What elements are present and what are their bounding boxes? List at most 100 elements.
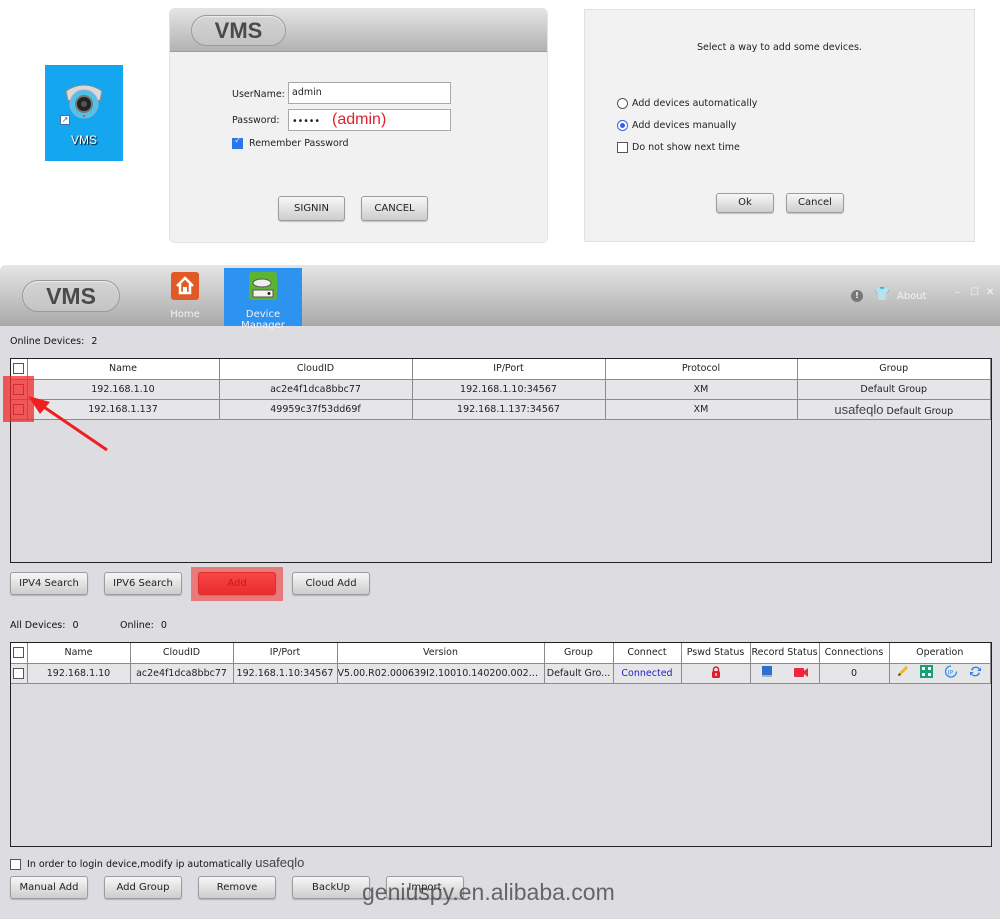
option-label: Add devices manually [632, 120, 737, 131]
red-arrow-annotation [28, 396, 108, 452]
ipv4-search-button[interactable]: IPV4 Search [10, 572, 88, 595]
col-ipport[interactable]: IP/Port [232, 643, 338, 664]
shortcut-arrow-icon: ↗ [60, 115, 70, 125]
dont-show-label: Do not show next time [632, 142, 740, 153]
select-all-checkbox[interactable] [13, 363, 25, 375]
col-group[interactable]: Group [796, 359, 991, 380]
cell-ipport: 192.168.1.137:34567 [411, 398, 606, 420]
minimize-button[interactable]: – [955, 287, 960, 298]
cell-ipport: 192.168.1.10:34567 [411, 378, 606, 400]
cell-cloudid: ac2e4f1dca8bbc77 [129, 662, 234, 684]
online-label: Online: [120, 620, 154, 631]
dont-show-checkbox[interactable] [617, 142, 628, 153]
desktop-shortcut-vms[interactable]: ↗ VMS [45, 65, 123, 161]
close-button[interactable]: ✕ [986, 287, 994, 298]
option-add-automatically[interactable]: Add devices automatically [617, 98, 757, 109]
vms-logo: VMS [191, 15, 286, 46]
col-connections[interactable]: Connections [818, 643, 890, 664]
col-protocol[interactable]: Protocol [604, 359, 798, 380]
storage-icon[interactable] [761, 666, 773, 677]
watermark-small: usafeqlo [255, 855, 305, 870]
lock-icon[interactable] [711, 665, 721, 678]
col-version[interactable]: Version [336, 643, 545, 664]
edit-pencil-icon[interactable] [896, 665, 909, 678]
option-add-manually[interactable]: Add devices manually [617, 120, 736, 131]
remove-button[interactable]: Remove [198, 876, 276, 899]
all-devices-label: All Devices: [10, 620, 66, 631]
add-group-button[interactable]: Add Group [104, 876, 182, 899]
col-group[interactable]: Group [543, 643, 614, 664]
cell-protocol: XM [604, 398, 798, 420]
info-icon[interactable]: ! [851, 290, 863, 302]
maximize-button[interactable]: ☐ [970, 287, 979, 298]
table-row[interactable]: 192.168.1.10 ac2e4f1dca8bbc77 192.168.1.… [11, 378, 991, 400]
login-header: VMS [170, 9, 547, 52]
col-name[interactable]: Name [26, 359, 220, 380]
signin-button[interactable]: SIGNIN [278, 196, 345, 221]
col-cloudid[interactable]: CloudID [129, 643, 234, 664]
vms-main-window: VMS Home Device Manager ! 👕 About – ☐ ✕ [0, 265, 1000, 919]
table-row[interactable]: 192.168.1.137 49959c37f53dd69f 192.168.1… [11, 398, 991, 420]
col-cloudid[interactable]: CloudID [218, 359, 413, 380]
radio-add-automatically[interactable] [617, 98, 628, 109]
radio-add-manually[interactable] [617, 120, 628, 131]
cancel-button[interactable]: CANCEL [361, 196, 428, 221]
tab-home[interactable]: Home [160, 268, 210, 326]
remember-password-checkbox[interactable] [232, 136, 243, 149]
watermark-small: usafeqlo [834, 401, 884, 417]
ok-button[interactable]: Ok [716, 193, 774, 213]
cell-record-status [749, 662, 820, 684]
device-list-table: Name CloudID IP/Port Version Group Conne… [10, 642, 992, 847]
vms-logo: VMS [22, 280, 120, 312]
password-hint-annotation: (admin) [332, 111, 387, 128]
cell-group: Default Group [796, 378, 991, 400]
cell-connections: 0 [818, 662, 890, 684]
col-connect[interactable]: Connect [612, 643, 682, 664]
modify-ip-row[interactable]: In order to login device,modify ip autom… [10, 855, 304, 870]
refresh-icon[interactable] [969, 665, 982, 678]
tab-device-manager[interactable]: Device Manager [224, 268, 302, 331]
modify-ip-icon[interactable]: IP [944, 665, 958, 678]
select-all-checkbox[interactable] [13, 647, 25, 659]
remember-password-row[interactable]: Remember Password [232, 136, 349, 149]
password-input[interactable]: ••••• (admin) [288, 109, 451, 131]
dont-show-row[interactable]: Do not show next time [617, 142, 740, 153]
online-devices-table: Name CloudID IP/Port Protocol Group 192.… [10, 358, 992, 563]
modify-ip-checkbox[interactable] [10, 859, 21, 870]
dialog-cancel-button[interactable]: Cancel [786, 193, 844, 213]
qr-code-icon[interactable] [919, 665, 933, 678]
about-link[interactable]: About [897, 291, 927, 302]
watermark-site: geniuspy.en.alibaba.com [362, 879, 615, 905]
row-checkbox[interactable] [13, 667, 25, 679]
device-manager-icon [249, 272, 277, 300]
manual-add-button[interactable]: Manual Add [10, 876, 88, 899]
cell-group: usafeqlo Default Group [796, 398, 991, 420]
cell-version: V5.00.R02.000639I2.10010.140200.0020000 [336, 662, 545, 684]
backup-button[interactable]: BackUp [292, 876, 370, 899]
highlight-add-annotation [191, 567, 283, 601]
cell-operation: IP [888, 662, 991, 684]
record-camera-icon[interactable] [794, 668, 809, 677]
cell-cloudid: ac2e4f1dca8bbc77 [218, 378, 413, 400]
select-all-cell[interactable] [11, 643, 28, 664]
all-devices-summary: All Devices: 0 [10, 620, 79, 631]
col-ipport[interactable]: IP/Port [411, 359, 606, 380]
col-pswd-status[interactable]: Pswd Status [680, 643, 751, 664]
add-devices-dialog: Select a way to add some devices. Add de… [584, 9, 975, 242]
online-devices-count: 2 [91, 336, 98, 347]
password-value: ••••• [292, 116, 321, 127]
cell-protocol: XM [604, 378, 798, 400]
username-input[interactable]: admin [288, 82, 451, 104]
cloud-add-button[interactable]: Cloud Add [292, 572, 370, 595]
col-operation[interactable]: Operation [888, 643, 991, 664]
title-bar: VMS Home Device Manager ! 👕 About – ☐ ✕ [0, 265, 1000, 331]
table-header-row: Name CloudID IP/Port Protocol Group [11, 359, 991, 380]
tab-device-manager-label: Device Manager [241, 309, 285, 331]
col-record-status[interactable]: Record Status [749, 643, 820, 664]
col-name[interactable]: Name [26, 643, 131, 664]
all-devices-count: 0 [72, 620, 79, 631]
cell-name: 192.168.1.10 [26, 662, 131, 684]
skin-shirt-icon[interactable]: 👕 [874, 287, 890, 302]
ipv6-search-button[interactable]: IPV6 Search [104, 572, 182, 595]
table-row[interactable]: 192.168.1.10 ac2e4f1dca8bbc77 192.168.1.… [11, 662, 991, 684]
